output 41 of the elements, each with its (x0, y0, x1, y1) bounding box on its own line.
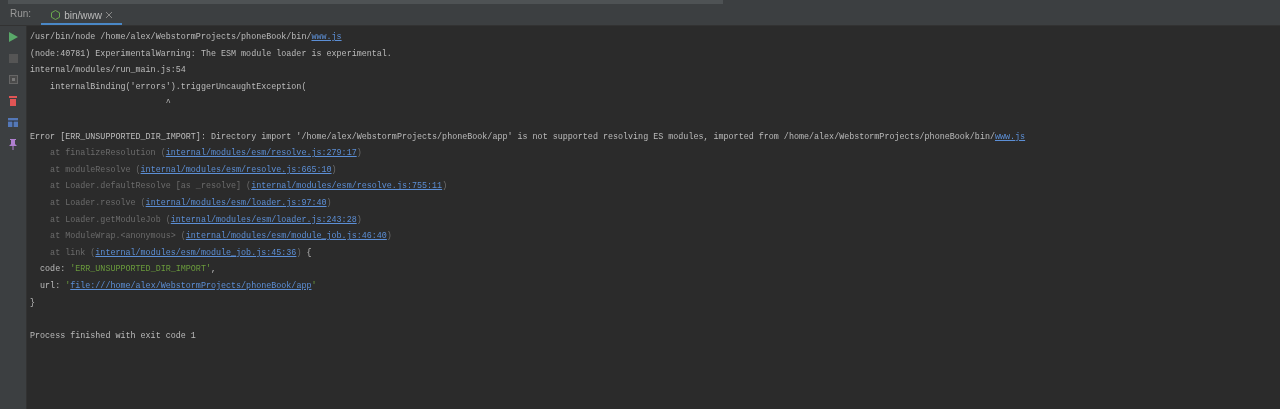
console-text: code: (39, 264, 67, 275)
file-link[interactable]: internal/modules/esm/module_job.js:46:40 (185, 231, 387, 242)
stack-frame-text: ) (356, 214, 362, 225)
console-text: { (305, 247, 312, 258)
file-link[interactable]: www.js (311, 32, 342, 42)
console-text: , (210, 264, 216, 275)
close-icon[interactable] (105, 12, 112, 18)
console-text: internalBinding('errors').triggerUncaughtException( (49, 81, 307, 92)
file-link[interactable]: internal/modules/esm/resolve.js:665:10 (140, 164, 332, 175)
file-link[interactable]: internal/modules/esm/module_job.js:45:36 (95, 247, 297, 258)
stack-frame-text: ) (326, 197, 332, 208)
stack-frame-text: ) (386, 231, 392, 242)
square-icon[interactable] (8, 75, 18, 84)
stack-frame-text: ) (442, 181, 448, 192)
console-text: ^ (164, 98, 171, 109)
pin-icon[interactable] (9, 139, 17, 150)
trash-icon[interactable] (9, 96, 17, 106)
play-icon[interactable] (8, 32, 18, 42)
layout-icon[interactable] (8, 118, 18, 127)
string-literal: ' (311, 280, 317, 291)
console-text: /usr/bin/node /home/alex/WebstormProjects/phoneBook/bin/ (30, 32, 312, 42)
console-text: url: (39, 280, 62, 291)
stack-frame-text: ) (296, 247, 302, 258)
run-tab[interactable]: bin/www (41, 7, 122, 25)
file-link[interactable]: internal/modules/esm/resolve.js:279:17 (165, 148, 357, 159)
stack-frame-text: ) (356, 148, 362, 159)
console-text: Error [ERR_UNSUPPORTED_DIR_IMPORT]: Directory import '/home/alex/WebstormProjects/phoneBook/app' is not supported resolving ES modules, imported from /home/alex/WebstormProjects/phoneBook/bin/ (30, 131, 995, 142)
file-link[interactable]: internal/modules/esm/resolve.js:755:11 (251, 181, 443, 192)
string-literal: 'ERR_UNSUPPORTED_DIR_IMPORT' (70, 264, 211, 275)
run-label: Run: (9, 7, 33, 21)
console-text: Process finished with exit code 1 (30, 330, 196, 341)
console-text: internal/modules/run_main.js:54 (30, 65, 186, 76)
console-text: } (30, 297, 36, 308)
stack-frame-text: ) (331, 164, 337, 175)
console-text: (node:40781) ExperimentalWarning: The ESM module loader is experimental. (30, 48, 392, 59)
string-literal: ' (65, 280, 71, 291)
file-link[interactable]: internal/modules/esm/loader.js:243:28 (170, 214, 357, 225)
file-link[interactable]: www.js (994, 131, 1026, 142)
file-link[interactable]: internal/modules/esm/loader.js:97:40 (145, 197, 327, 208)
hexagon-icon (51, 10, 61, 20)
file-link[interactable]: file:///home/alex/WebstormProjects/phoneBook/app (70, 280, 312, 291)
